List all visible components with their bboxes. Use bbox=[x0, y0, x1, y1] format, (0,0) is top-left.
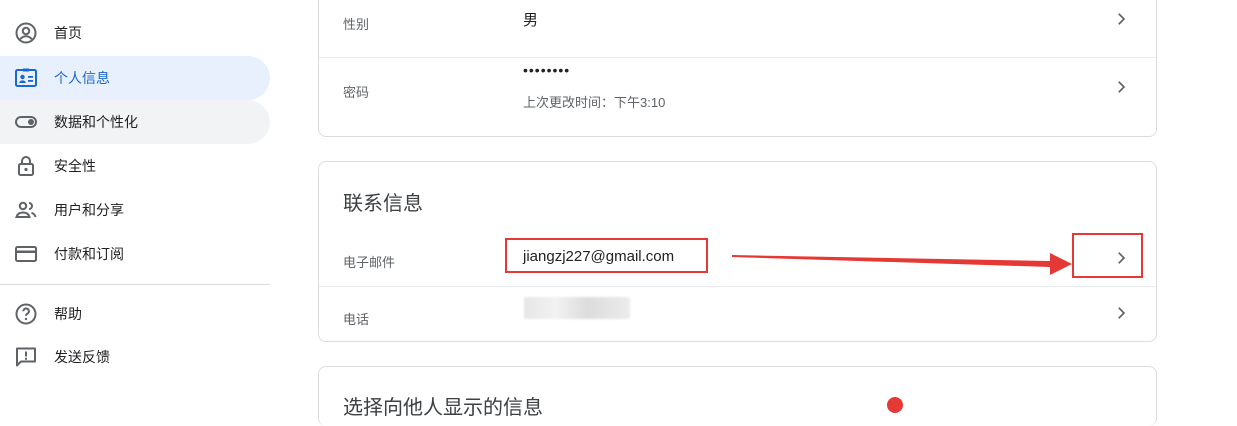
visibility-card: 选择向他人显示的信息 bbox=[318, 366, 1157, 426]
gender-value: 男 bbox=[523, 12, 539, 29]
chevron-right-icon bbox=[1118, 307, 1126, 319]
sidebar-item-data-personalization[interactable]: 数据和个性化 bbox=[0, 100, 270, 144]
sidebar-item-label: 帮助 bbox=[54, 306, 82, 322]
visibility-card-title: 选择向他人显示的信息 bbox=[343, 397, 543, 419]
sidebar-item-help[interactable]: 帮助 bbox=[0, 292, 270, 336]
id-card-icon bbox=[15, 68, 37, 87]
sidebar-item-label: 数据和个性化 bbox=[54, 114, 138, 130]
email-highlight-box bbox=[505, 238, 708, 273]
phone-value-redacted bbox=[524, 297, 630, 319]
feedback-icon bbox=[16, 347, 36, 367]
contact-info-title: 联系信息 bbox=[343, 193, 423, 215]
sidebar-divider bbox=[0, 284, 270, 285]
sidebar: 首页 个人信息 数据和个性化 安全性 用户和分享 付款和订阅 帮助 发送反馈 bbox=[0, 0, 270, 403]
basic-info-card: 性别 男 密码 •••••••• 上次更改时间：下午3:10 bbox=[318, 0, 1157, 137]
sidebar-item-label: 安全性 bbox=[54, 158, 96, 174]
annotation-arrow bbox=[732, 253, 1072, 275]
sidebar-item-home[interactable]: 首页 bbox=[0, 11, 270, 55]
password-row[interactable]: 密码 •••••••• 上次更改时间：下午3:10 bbox=[319, 58, 1156, 136]
help-circle-icon bbox=[15, 303, 37, 325]
chevron-right-icon bbox=[1118, 81, 1126, 93]
chevron-right-icon bbox=[1118, 13, 1126, 25]
sidebar-item-label: 发送反馈 bbox=[54, 349, 110, 365]
gender-row[interactable]: 性别 男 bbox=[319, 1, 1156, 57]
phone-row[interactable]: 电话 bbox=[319, 287, 1156, 341]
sidebar-item-label: 付款和订阅 bbox=[54, 246, 124, 262]
chevron-highlight-box bbox=[1072, 233, 1143, 278]
sidebar-item-payments[interactable]: 付款和订阅 bbox=[0, 232, 270, 276]
phone-label: 电话 bbox=[343, 312, 370, 327]
toggle-icon bbox=[15, 116, 37, 128]
sidebar-item-label: 首页 bbox=[54, 25, 82, 41]
credit-card-icon bbox=[15, 246, 37, 262]
sidebar-item-people-sharing[interactable]: 用户和分享 bbox=[0, 188, 270, 232]
gender-label: 性别 bbox=[343, 17, 370, 32]
password-value: •••••••• bbox=[523, 62, 571, 78]
account-circle-icon bbox=[15, 22, 37, 44]
password-last-changed: 上次更改时间：下午3:10 bbox=[523, 95, 666, 110]
sidebar-item-security[interactable]: 安全性 bbox=[0, 144, 270, 188]
sidebar-item-label: 个人信息 bbox=[54, 70, 110, 86]
sidebar-item-personal-info[interactable]: 个人信息 bbox=[0, 56, 270, 100]
illustration-dot bbox=[887, 397, 903, 413]
sidebar-item-label: 用户和分享 bbox=[54, 202, 124, 218]
people-icon bbox=[15, 201, 37, 218]
sidebar-item-feedback[interactable]: 发送反馈 bbox=[0, 335, 270, 379]
lock-icon bbox=[18, 156, 34, 176]
email-label: 电子邮件 bbox=[343, 255, 396, 270]
password-label: 密码 bbox=[343, 85, 370, 100]
